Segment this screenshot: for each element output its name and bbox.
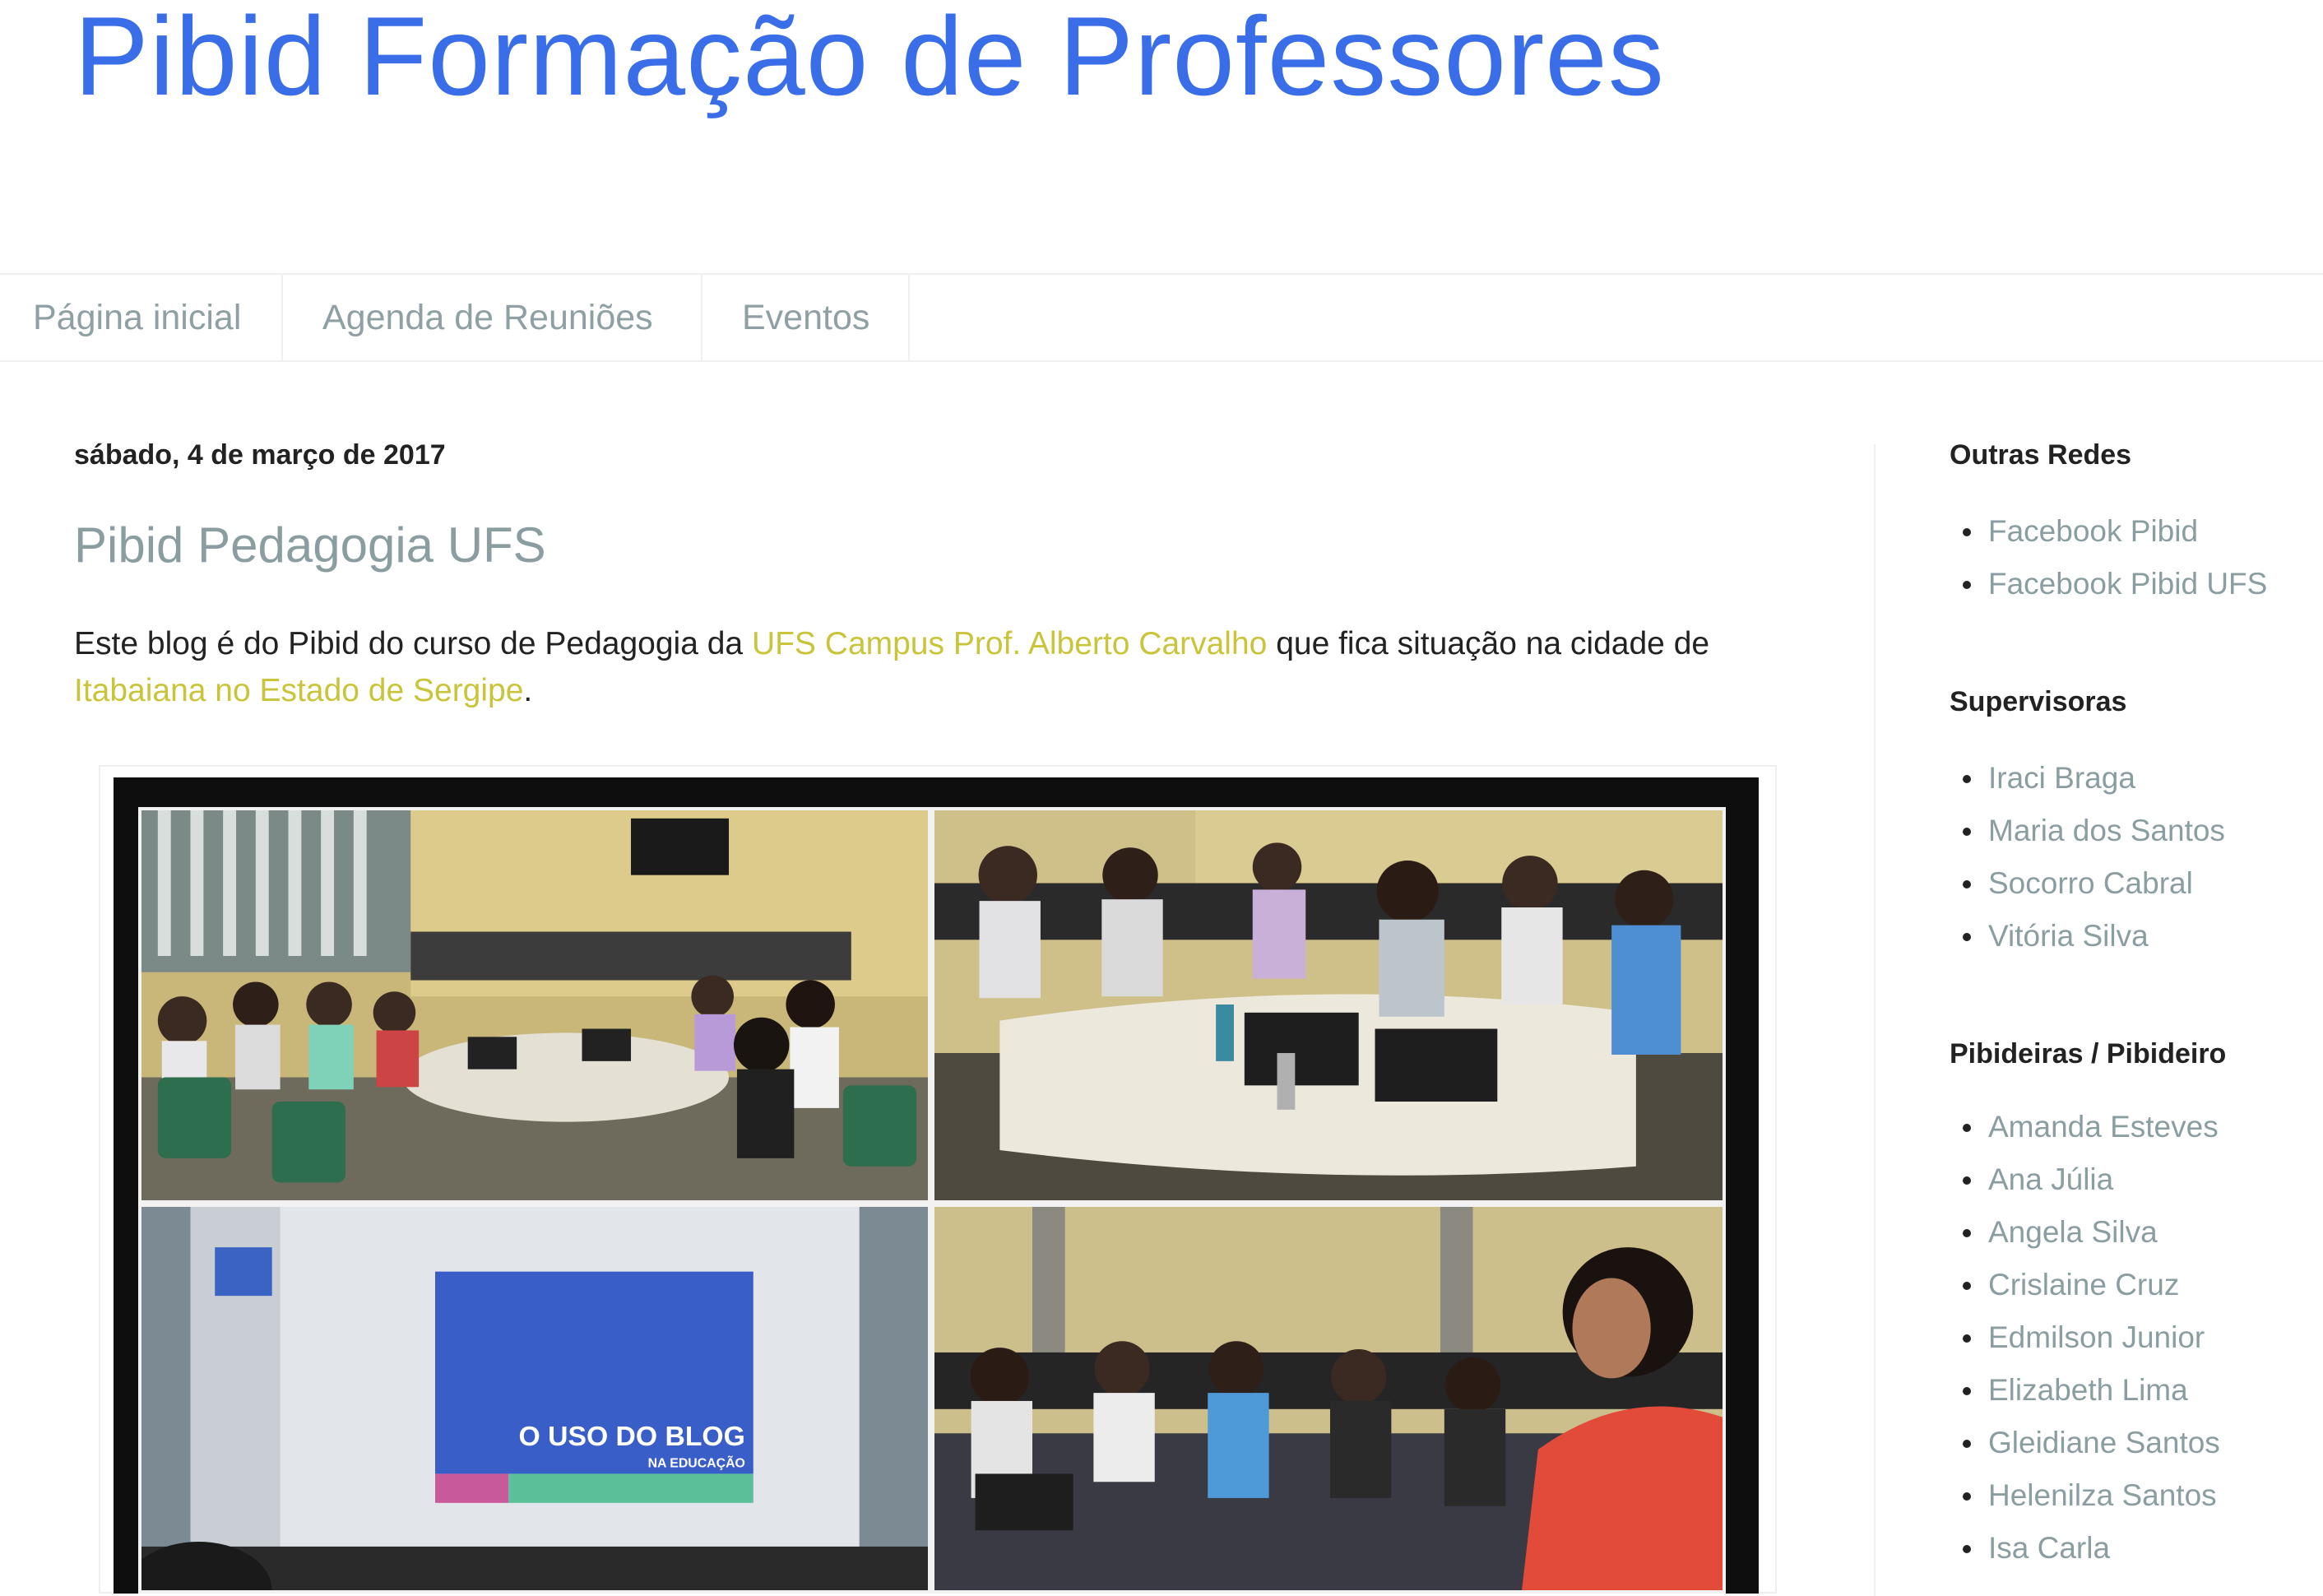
sidebar-link-label: Maria dos Santos [1988,814,2225,847]
photo-presenter [931,1204,1726,1594]
sidebar-divider [1874,444,1876,1596]
bullet-icon [1963,880,1971,888]
post-title[interactable]: Pibid Pedagogia UFS [74,517,546,573]
tab-pagina-inicial[interactable]: Página inicial [0,275,283,360]
sidebar-link-angela-silva[interactable]: Angela Silva [1950,1206,2220,1259]
ufs-campus-link[interactable]: UFS Campus Prof. Alberto Carvalho [752,626,1267,661]
sidebar-link-edmilson-junior[interactable]: Edmilson Junior [1950,1311,2220,1364]
photo-projected-slide: O USO DO BLOG NA EDUCAÇÃO [138,1204,931,1594]
bullet-icon [1963,775,1971,783]
slide-title-text: O USO DO BLOG [519,1422,745,1452]
bullet-icon [1963,1229,1971,1237]
widget-title-outras-redes: Outras Redes [1950,439,2132,471]
bullet-icon [1963,1440,1971,1448]
sidebar-link-elizabeth-lima[interactable]: Elizabeth Lima [1950,1364,2220,1417]
sidebar-link-label: Helenilza Santos [1988,1478,2217,1512]
sidebar-link-label: Edmilson Junior [1988,1320,2205,1354]
tab-agenda-de-reunioes[interactable]: Agenda de Reuniões [283,275,702,360]
sidebar-link-vitoria-silva[interactable]: Vitória Silva [1950,910,2225,963]
sidebar-link-label: Iraci Braga [1988,761,2135,795]
bullet-icon [1963,1282,1971,1290]
sidebar-link-label: Facebook Pibid UFS [1988,567,2268,601]
photo-classroom-students [138,807,931,1204]
bullet-icon [1963,1124,1971,1132]
post-body: Este blog é do Pibid do curso de Pedagog… [74,620,1793,714]
sidebar-link-label: Ana Júlia [1988,1162,2114,1196]
post-body-text: Este blog é do Pibid do curso de Pedagog… [74,626,752,661]
sidebar-link-label: Angela Silva [1988,1215,2158,1249]
bullet-icon [1963,581,1971,589]
sidebar-link-amanda-esteves[interactable]: Amanda Esteves [1950,1101,2220,1153]
sidebar-link-label: Crislaine Cruz [1988,1268,2180,1301]
slide-subtitle-text: NA EDUCAÇÃO [648,1454,745,1471]
nav-bar: Página inicial Agenda de Reuniões Evento… [0,273,2323,362]
sidebar-link-label: Amanda Esteves [1988,1110,2219,1144]
sidebar-link-label: Elizabeth Lima [1988,1373,2188,1407]
itabaiana-link[interactable]: Itabaiana no Estado de Sergipe [74,673,523,708]
sidebar-link-label: Facebook Pibid [1988,514,2199,548]
bullet-icon [1963,1176,1971,1185]
sidebar-link-label: Isa Carla [1988,1531,2111,1565]
sidebar-link-gleidiane-santos[interactable]: Gleidiane Santos [1950,1417,2220,1469]
sidebar-link-helenilza-santos[interactable]: Helenilza Santos [1950,1469,2220,1522]
sidebar-link-socorro-cabral[interactable]: Socorro Cabral [1950,857,2225,910]
sidebar-link-crislaine-cruz[interactable]: Crislaine Cruz [1950,1259,2220,1311]
sidebar-link-isa-carla[interactable]: Isa Carla [1950,1522,2220,1575]
bullet-icon [1963,1492,1971,1501]
bullet-icon [1963,1387,1971,1395]
sidebar-link-facebook-pibid-ufs[interactable]: Facebook Pibid UFS [1950,558,2267,610]
widget-title-supervisoras: Supervisoras [1950,686,2127,717]
widget-title-pibideiras: Pibideiras / Pibideiro [1950,1038,2227,1069]
post-body-text: . [523,673,533,708]
widget-list-pibideiras: Amanda Esteves Ana Júlia Angela Silva Cr… [1950,1101,2220,1575]
sidebar-link-facebook-pibid[interactable]: Facebook Pibid [1950,505,2267,558]
sidebar-link-label: Vitória Silva [1988,919,2149,953]
bullet-icon [1963,1545,1971,1553]
widget-list-outras-redes: Facebook Pibid Facebook Pibid UFS [1950,505,2267,610]
bullet-icon [1963,828,1971,836]
post-body-text: que fica situação na cidade de [1267,626,1710,661]
bullet-icon [1963,1334,1971,1343]
post-photo-collage[interactable]: O USO DO BLOG NA EDUCAÇÃO [114,777,1759,1594]
tab-eventos[interactable]: Eventos [702,275,910,360]
sidebar-link-iraci-braga[interactable]: Iraci Braga [1950,752,2225,805]
sidebar-link-label: Socorro Cabral [1988,866,2193,900]
bullet-icon [1963,528,1971,536]
bullet-icon [1963,933,1971,941]
blog-title[interactable]: Pibid Formação de Professores [74,0,1665,122]
photo-table-group [931,807,1726,1204]
sidebar-link-ana-julia[interactable]: Ana Júlia [1950,1153,2220,1206]
widget-list-supervisoras: Iraci Braga Maria dos Santos Socorro Cab… [1950,752,2225,963]
sidebar-link-maria-dos-santos[interactable]: Maria dos Santos [1950,805,2225,857]
sidebar-link-label: Gleidiane Santos [1988,1426,2220,1459]
post-date: sábado, 4 de março de 2017 [74,439,446,471]
